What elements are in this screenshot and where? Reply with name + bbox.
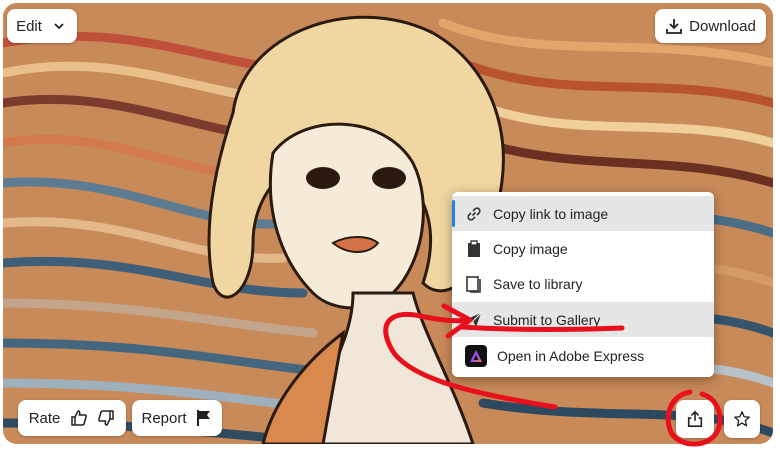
menu-item-label: Open in Adobe Express (497, 347, 645, 364)
edit-label: Edit (16, 17, 42, 35)
menu-item-label: Submit to Gallery (493, 311, 601, 328)
menu-item-label: Copy image (493, 240, 568, 257)
report-button[interactable]: Report (132, 400, 222, 436)
share-context-menu: Copy link to image Copy image Save to li… (452, 192, 714, 377)
menu-item-save-to-library[interactable]: Save to library (452, 266, 714, 301)
download-icon (665, 17, 683, 35)
menu-item-open-in-adobe-express[interactable]: Open in Adobe Express (452, 338, 714, 373)
menu-item-copy-link[interactable]: Copy link to image (452, 196, 714, 231)
clipboard-icon (465, 239, 483, 258)
chevron-down-icon (50, 17, 68, 35)
send-icon (465, 311, 483, 329)
download-label: Download (689, 17, 756, 35)
thumbs-down-icon[interactable] (97, 409, 115, 427)
rate-control: Rate (18, 400, 126, 436)
report-label: Report (141, 409, 187, 427)
library-icon (465, 275, 483, 293)
star-icon (733, 410, 751, 428)
share-icon (686, 410, 704, 428)
adobe-express-icon (465, 344, 487, 367)
menu-item-submit-to-gallery[interactable]: Submit to Gallery (452, 302, 714, 337)
download-button[interactable]: Download (655, 9, 766, 43)
menu-item-label: Copy link to image (493, 205, 609, 222)
link-icon (465, 205, 483, 223)
share-button[interactable] (676, 400, 714, 438)
menu-item-label: Save to library (493, 275, 583, 292)
flag-icon (195, 409, 213, 427)
menu-item-copy-image[interactable]: Copy image (452, 231, 714, 266)
focus-indicator (452, 200, 455, 227)
rate-label: Rate (28, 409, 61, 427)
edit-dropdown-button[interactable]: Edit (7, 9, 77, 43)
favorite-button[interactable] (724, 400, 760, 438)
thumbs-up-icon[interactable] (70, 409, 88, 427)
